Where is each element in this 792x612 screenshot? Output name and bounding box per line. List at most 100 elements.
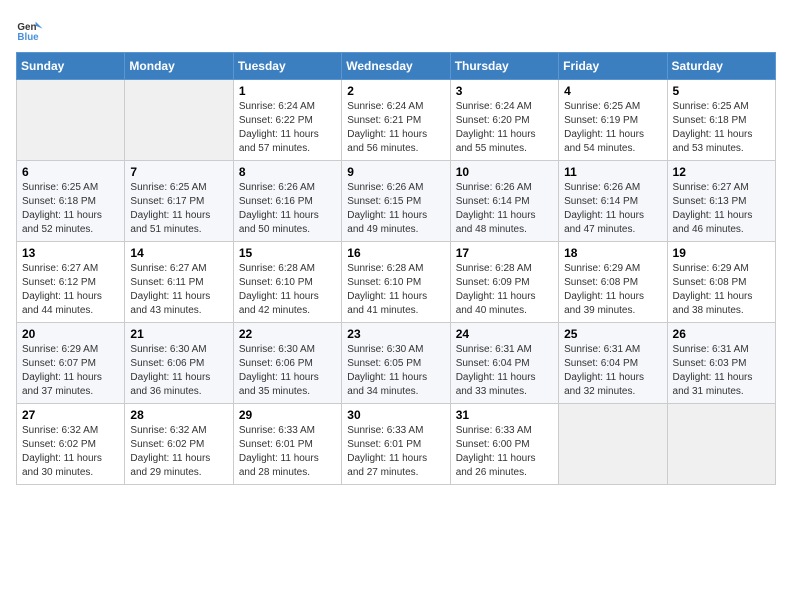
day-number: 5	[673, 84, 770, 98]
calendar-body: 1 Sunrise: 6:24 AM Sunset: 6:22 PM Daylig…	[17, 80, 776, 485]
day-info: Sunrise: 6:33 AM Sunset: 6:01 PM Dayligh…	[239, 424, 336, 480]
day-info: Sunrise: 6:31 AM Sunset: 6:03 PM Dayligh…	[673, 343, 770, 399]
day-number: 18	[564, 246, 661, 260]
header-row: SundayMondayTuesdayWednesdayThursdayFrid…	[17, 53, 776, 80]
calendar-cell: 2 Sunrise: 6:24 AM Sunset: 6:21 PM Daylig…	[342, 80, 450, 161]
day-info: Sunrise: 6:25 AM Sunset: 6:19 PM Dayligh…	[564, 100, 661, 156]
day-number: 27	[22, 408, 119, 422]
calendar-cell	[559, 404, 667, 485]
calendar-cell: 12 Sunrise: 6:27 AM Sunset: 6:13 PM Dayli…	[667, 161, 775, 242]
day-info: Sunrise: 6:32 AM Sunset: 6:02 PM Dayligh…	[130, 424, 227, 480]
day-info: Sunrise: 6:24 AM Sunset: 6:20 PM Dayligh…	[456, 100, 553, 156]
day-number: 26	[673, 327, 770, 341]
logo: Gen Blue	[16, 16, 48, 44]
calendar-cell: 24 Sunrise: 6:31 AM Sunset: 6:04 PM Dayli…	[450, 323, 558, 404]
calendar-cell: 10 Sunrise: 6:26 AM Sunset: 6:14 PM Dayli…	[450, 161, 558, 242]
day-info: Sunrise: 6:25 AM Sunset: 6:18 PM Dayligh…	[22, 181, 119, 237]
day-info: Sunrise: 6:31 AM Sunset: 6:04 PM Dayligh…	[564, 343, 661, 399]
day-number: 6	[22, 165, 119, 179]
day-of-week-header: Tuesday	[233, 53, 341, 80]
day-number: 29	[239, 408, 336, 422]
calendar-cell: 7 Sunrise: 6:25 AM Sunset: 6:17 PM Daylig…	[125, 161, 233, 242]
day-number: 10	[456, 165, 553, 179]
day-number: 14	[130, 246, 227, 260]
day-info: Sunrise: 6:28 AM Sunset: 6:09 PM Dayligh…	[456, 262, 553, 318]
day-info: Sunrise: 6:27 AM Sunset: 6:12 PM Dayligh…	[22, 262, 119, 318]
calendar-cell	[17, 80, 125, 161]
calendar-cell: 5 Sunrise: 6:25 AM Sunset: 6:18 PM Daylig…	[667, 80, 775, 161]
day-number: 24	[456, 327, 553, 341]
day-number: 8	[239, 165, 336, 179]
day-info: Sunrise: 6:30 AM Sunset: 6:06 PM Dayligh…	[239, 343, 336, 399]
calendar-cell: 25 Sunrise: 6:31 AM Sunset: 6:04 PM Dayli…	[559, 323, 667, 404]
calendar-cell: 18Sunrise: 6:29 AM Sunset: 6:08 PM Dayli…	[559, 242, 667, 323]
calendar-cell: 11Sunrise: 6:26 AM Sunset: 6:14 PM Dayli…	[559, 161, 667, 242]
day-info: Sunrise: 6:26 AM Sunset: 6:16 PM Dayligh…	[239, 181, 336, 237]
day-number: 15	[239, 246, 336, 260]
day-info: Sunrise: 6:30 AM Sunset: 6:05 PM Dayligh…	[347, 343, 444, 399]
day-of-week-header: Saturday	[667, 53, 775, 80]
day-number: 17	[456, 246, 553, 260]
calendar-cell: 14 Sunrise: 6:27 AM Sunset: 6:11 PM Dayli…	[125, 242, 233, 323]
day-info: Sunrise: 6:33 AM Sunset: 6:00 PM Dayligh…	[456, 424, 553, 480]
svg-text:Blue: Blue	[17, 32, 39, 43]
page-header: Gen Blue	[16, 16, 776, 44]
day-number: 22	[239, 327, 336, 341]
day-number: 1	[239, 84, 336, 98]
day-number: 16	[347, 246, 444, 260]
day-number: 4	[564, 84, 661, 98]
day-info: Sunrise: 6:27 AM Sunset: 6:11 PM Dayligh…	[130, 262, 227, 318]
calendar-cell: 4 Sunrise: 6:25 AM Sunset: 6:19 PM Daylig…	[559, 80, 667, 161]
calendar-cell: 23Sunrise: 6:30 AM Sunset: 6:05 PM Dayli…	[342, 323, 450, 404]
calendar-cell: 9Sunrise: 6:26 AM Sunset: 6:15 PM Daylig…	[342, 161, 450, 242]
day-info: Sunrise: 6:26 AM Sunset: 6:14 PM Dayligh…	[456, 181, 553, 237]
day-info: Sunrise: 6:27 AM Sunset: 6:13 PM Dayligh…	[673, 181, 770, 237]
day-info: Sunrise: 6:28 AM Sunset: 6:10 PM Dayligh…	[239, 262, 336, 318]
day-number: 9	[347, 165, 444, 179]
day-number: 28	[130, 408, 227, 422]
day-info: Sunrise: 6:31 AM Sunset: 6:04 PM Dayligh…	[456, 343, 553, 399]
calendar-cell: 6 Sunrise: 6:25 AM Sunset: 6:18 PM Daylig…	[17, 161, 125, 242]
calendar-cell: 30Sunrise: 6:33 AM Sunset: 6:01 PM Dayli…	[342, 404, 450, 485]
calendar-cell: 15 Sunrise: 6:28 AM Sunset: 6:10 PM Dayli…	[233, 242, 341, 323]
calendar-cell	[667, 404, 775, 485]
calendar-cell: 13 Sunrise: 6:27 AM Sunset: 6:12 PM Dayli…	[17, 242, 125, 323]
calendar-cell: 1 Sunrise: 6:24 AM Sunset: 6:22 PM Daylig…	[233, 80, 341, 161]
day-number: 21	[130, 327, 227, 341]
day-info: Sunrise: 6:32 AM Sunset: 6:02 PM Dayligh…	[22, 424, 119, 480]
calendar-cell: 27 Sunrise: 6:32 AM Sunset: 6:02 PM Dayli…	[17, 404, 125, 485]
day-of-week-header: Monday	[125, 53, 233, 80]
day-number: 12	[673, 165, 770, 179]
day-of-week-header: Friday	[559, 53, 667, 80]
calendar-cell: 28 Sunrise: 6:32 AM Sunset: 6:02 PM Dayli…	[125, 404, 233, 485]
day-of-week-header: Wednesday	[342, 53, 450, 80]
calendar-cell: 3 Sunrise: 6:24 AM Sunset: 6:20 PM Daylig…	[450, 80, 558, 161]
day-info: Sunrise: 6:30 AM Sunset: 6:06 PM Dayligh…	[130, 343, 227, 399]
day-info: Sunrise: 6:24 AM Sunset: 6:21 PM Dayligh…	[347, 100, 444, 156]
day-number: 13	[22, 246, 119, 260]
calendar-cell: 26 Sunrise: 6:31 AM Sunset: 6:03 PM Dayli…	[667, 323, 775, 404]
day-info: Sunrise: 6:26 AM Sunset: 6:14 PM Dayligh…	[564, 181, 661, 237]
day-of-week-header: Sunday	[17, 53, 125, 80]
calendar-cell: 16 Sunrise: 6:28 AM Sunset: 6:10 PM Dayli…	[342, 242, 450, 323]
day-number: 30	[347, 408, 444, 422]
day-info: Sunrise: 6:25 AM Sunset: 6:17 PM Dayligh…	[130, 181, 227, 237]
day-number: 2	[347, 84, 444, 98]
calendar-week-row: 20 Sunrise: 6:29 AM Sunset: 6:07 PM Dayli…	[17, 323, 776, 404]
day-number: 3	[456, 84, 553, 98]
calendar-cell: 17 Sunrise: 6:28 AM Sunset: 6:09 PM Dayli…	[450, 242, 558, 323]
day-number: 20	[22, 327, 119, 341]
calendar-cell: 20 Sunrise: 6:29 AM Sunset: 6:07 PM Dayli…	[17, 323, 125, 404]
day-info: Sunrise: 6:29 AM Sunset: 6:07 PM Dayligh…	[22, 343, 119, 399]
calendar-week-row: 6 Sunrise: 6:25 AM Sunset: 6:18 PM Daylig…	[17, 161, 776, 242]
day-info: Sunrise: 6:24 AM Sunset: 6:22 PM Dayligh…	[239, 100, 336, 156]
day-info: Sunrise: 6:28 AM Sunset: 6:10 PM Dayligh…	[347, 262, 444, 318]
calendar-cell: 21 Sunrise: 6:30 AM Sunset: 6:06 PM Dayli…	[125, 323, 233, 404]
day-info: Sunrise: 6:25 AM Sunset: 6:18 PM Dayligh…	[673, 100, 770, 156]
day-number: 19	[673, 246, 770, 260]
day-number: 25	[564, 327, 661, 341]
calendar-table: SundayMondayTuesdayWednesdayThursdayFrid…	[16, 52, 776, 485]
day-number: 7	[130, 165, 227, 179]
day-info: Sunrise: 6:29 AM Sunset: 6:08 PM Dayligh…	[673, 262, 770, 318]
calendar-week-row: 13 Sunrise: 6:27 AM Sunset: 6:12 PM Dayli…	[17, 242, 776, 323]
